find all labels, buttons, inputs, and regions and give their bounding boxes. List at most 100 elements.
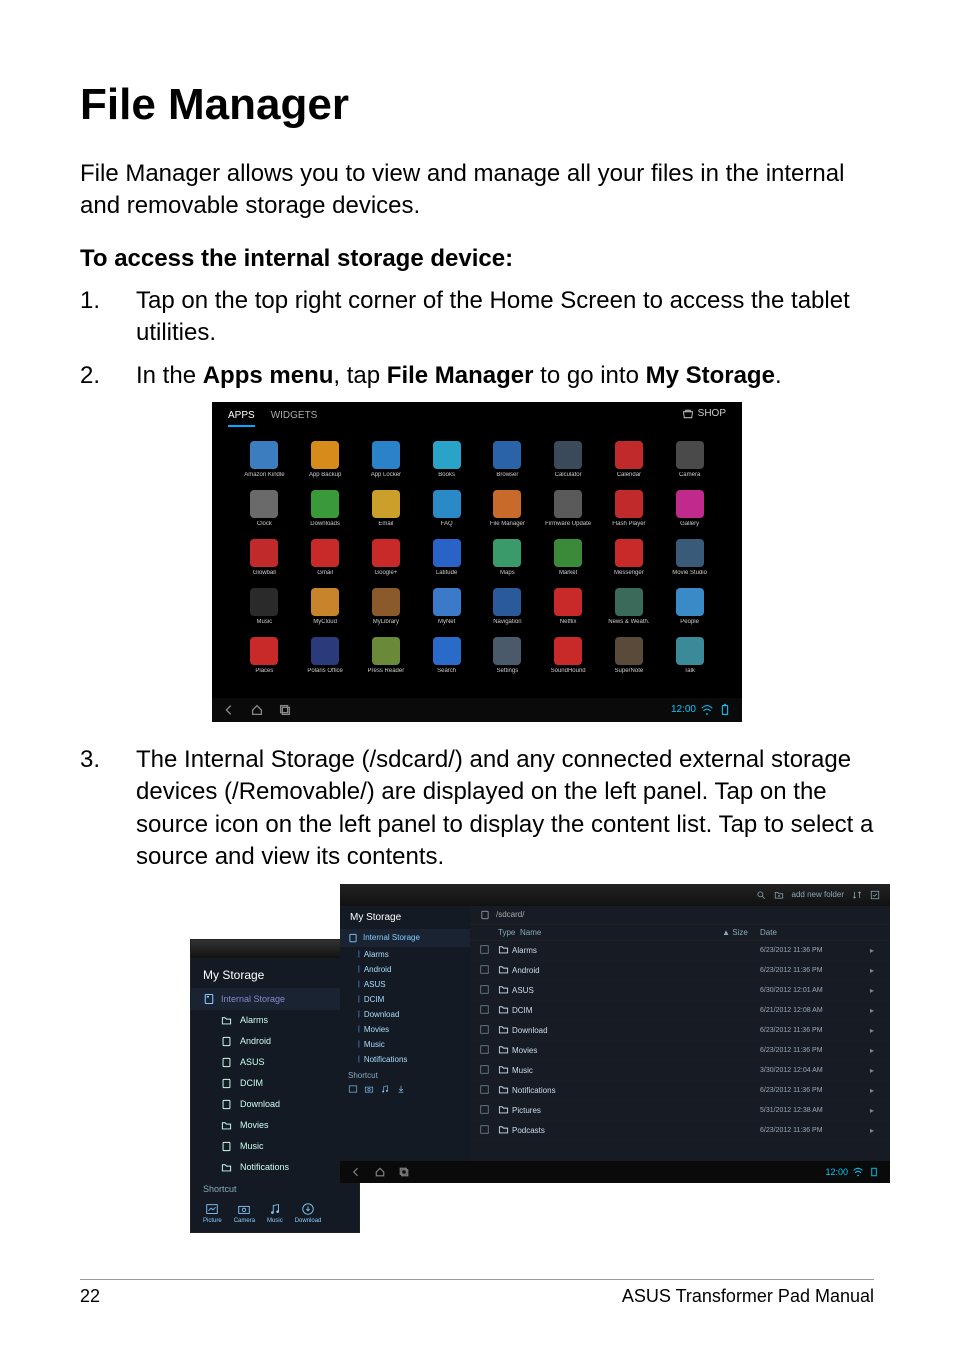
app-google-[interactable]: Google+ [360,539,413,576]
internal-storage-header[interactable]: Internal Storage [191,988,359,1010]
storage-item-download[interactable]: Download [191,1094,359,1115]
app-email[interactable]: Email [360,490,413,527]
new-folder-icon[interactable] [774,890,784,900]
row-more-icon[interactable]: ▸ [870,1026,880,1035]
app-search[interactable]: Search [420,637,473,674]
row-more-icon[interactable]: ▸ [870,946,880,955]
app-mycloud[interactable]: MyCloud [299,588,352,625]
app-file-manager[interactable]: File Manager [481,490,534,527]
storage-item-music[interactable]: Music [191,1136,359,1157]
sort-icon[interactable] [852,890,862,900]
app-glowball[interactable]: Glowball [238,539,291,576]
checkbox-icon[interactable] [480,945,489,954]
side-item-music[interactable]: |Music [340,1037,470,1052]
shop-button[interactable]: SHOP [682,408,726,420]
app-netflix[interactable]: Netflix [542,588,595,625]
app-navigation[interactable]: Navigation [481,588,534,625]
file-row[interactable]: Download 6/23/2012 11:36 PM ▸ [470,1021,890,1041]
search-icon[interactable] [756,890,766,900]
app-movie-studio[interactable]: Movie Studio [663,539,716,576]
app-music[interactable]: Music [238,588,291,625]
file-row[interactable]: Podcasts 6/23/2012 11:36 PM ▸ [470,1121,890,1141]
side-item-android[interactable]: |Android [340,962,470,977]
shortcut-camera[interactable]: Camera [234,1202,255,1224]
file-row[interactable]: Music 3/30/2012 12:04 AM ▸ [470,1061,890,1081]
side-item-asus[interactable]: |ASUS [340,977,470,992]
side-item-dcim[interactable]: |DCIM [340,992,470,1007]
row-more-icon[interactable]: ▸ [870,1006,880,1015]
app-firmware-update[interactable]: Firmware Update [542,490,595,527]
app-downloads[interactable]: Downloads [299,490,352,527]
side-item-download[interactable]: |Download [340,1007,470,1022]
app-flash-player[interactable]: Flash Player [603,490,656,527]
shortcut-download[interactable]: Download [295,1202,322,1224]
tab-widgets[interactable]: WIDGETS [271,410,318,427]
col-size[interactable]: Size [732,928,748,937]
row-more-icon[interactable]: ▸ [870,1086,880,1095]
app-app-locker[interactable]: App Locker [360,441,413,478]
app-maps[interactable]: Maps [481,539,534,576]
back-icon[interactable] [222,703,236,717]
shortcut-music-icon[interactable] [380,1084,390,1094]
app-calculator[interactable]: Calculator [542,441,595,478]
app-latitude[interactable]: Latitude [420,539,473,576]
back-icon[interactable] [350,1166,362,1178]
file-row[interactable]: Alarms 6/23/2012 11:36 PM ▸ [470,941,890,961]
shortcut-picture-icon[interactable] [348,1084,358,1094]
row-more-icon[interactable]: ▸ [870,1126,880,1135]
app-talk[interactable]: Talk [663,637,716,674]
app-camera[interactable]: Camera [663,441,716,478]
app-supernote[interactable]: SuperNote [603,637,656,674]
side-item-alarms[interactable]: |Alarms [340,947,470,962]
file-row[interactable]: ASUS 6/30/2012 12:01 AM ▸ [470,981,890,1001]
file-row[interactable]: Android 6/23/2012 11:36 PM ▸ [470,961,890,981]
shortcut-download-icon[interactable] [396,1084,406,1094]
storage-item-notifications[interactable]: Notifications [191,1157,359,1178]
app-gallery[interactable]: Gallery [663,490,716,527]
checkbox-icon[interactable] [480,1065,489,1074]
app-market[interactable]: Market [542,539,595,576]
row-more-icon[interactable]: ▸ [870,986,880,995]
col-name[interactable]: Name [512,928,710,937]
app-gmail[interactable]: Gmail [299,539,352,576]
app-places[interactable]: Places [238,637,291,674]
select-icon[interactable] [870,890,880,900]
app-browser[interactable]: Browser [481,441,534,478]
app-polaris-office[interactable]: Polaris Office [299,637,352,674]
side-item-notifications[interactable]: |Notifications [340,1052,470,1067]
row-more-icon[interactable]: ▸ [870,1066,880,1075]
storage-item-movies[interactable]: Movies [191,1115,359,1136]
app-amazon-kindle[interactable]: Amazon Kindle [238,441,291,478]
checkbox-icon[interactable] [480,1005,489,1014]
storage-item-alarms[interactable]: Alarms [191,1010,359,1031]
shortcut-music[interactable]: Music [267,1202,283,1224]
row-more-icon[interactable]: ▸ [870,1106,880,1115]
app-app-backup[interactable]: App Backup [299,441,352,478]
storage-item-dcim[interactable]: DCIM [191,1073,359,1094]
checkbox-icon[interactable] [480,985,489,994]
app-settings[interactable]: Settings [481,637,534,674]
file-row[interactable]: Movies 6/23/2012 11:36 PM ▸ [470,1041,890,1061]
shortcut-camera-icon[interactable] [364,1084,374,1094]
app-soundhound[interactable]: SoundHound [542,637,595,674]
side-item-movies[interactable]: |Movies [340,1022,470,1037]
col-type[interactable]: Type [498,928,512,937]
tab-apps[interactable]: APPS [228,410,255,427]
storage-item-asus[interactable]: ASUS [191,1052,359,1073]
app-books[interactable]: Books [420,441,473,478]
home-icon[interactable] [374,1166,386,1178]
file-row[interactable]: DCIM 6/21/2012 12:08 AM ▸ [470,1001,890,1021]
side-internal-storage[interactable]: Internal Storage [340,929,470,947]
app-people[interactable]: People [663,588,716,625]
file-row[interactable]: Notifications 6/23/2012 11:36 PM ▸ [470,1081,890,1101]
app-messenger[interactable]: Messenger [603,539,656,576]
app-news-weath-[interactable]: News & Weath. [603,588,656,625]
app-calendar[interactable]: Calendar [603,441,656,478]
row-more-icon[interactable]: ▸ [870,1046,880,1055]
storage-item-android[interactable]: Android [191,1031,359,1052]
checkbox-icon[interactable] [480,1105,489,1114]
app-clock[interactable]: Clock [238,490,291,527]
app-press-reader[interactable]: Press Reader [360,637,413,674]
recent-icon[interactable] [278,703,292,717]
row-more-icon[interactable]: ▸ [870,966,880,975]
